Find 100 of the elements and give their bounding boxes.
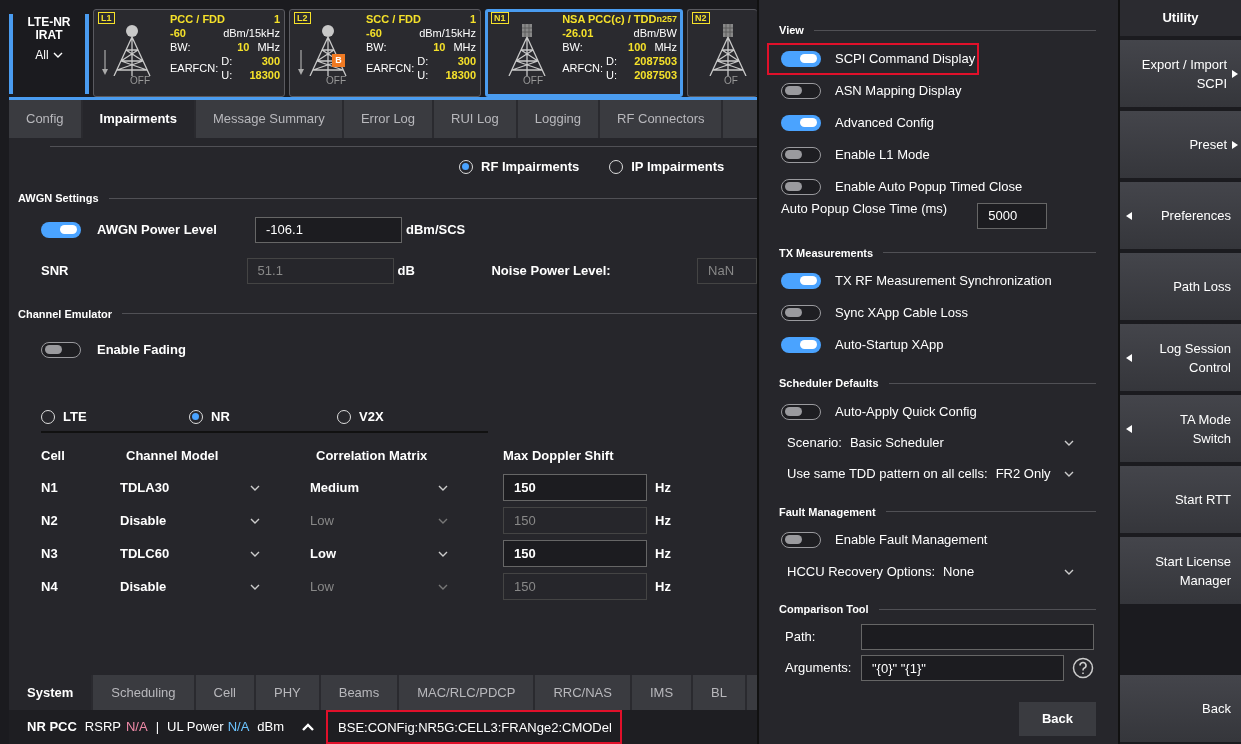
menu-button[interactable]: Preset bbox=[1120, 111, 1241, 178]
model-dropdown[interactable]: TDLA30 bbox=[120, 477, 260, 498]
field-label: Path: bbox=[785, 628, 817, 647]
model-dropdown[interactable]: TDLC60 bbox=[120, 543, 260, 564]
menu-button[interactable]: TA Mode Switch bbox=[1120, 395, 1241, 462]
section-title: Comparison Tool bbox=[779, 602, 869, 617]
down-arrow-icon bbox=[298, 50, 304, 76]
freq-channel-label: D: bbox=[606, 54, 618, 68]
chevron-icon bbox=[250, 517, 260, 524]
cell-tag: N1 bbox=[491, 12, 509, 24]
cell-label: NR PCC bbox=[27, 718, 77, 737]
bw-value: 10 bbox=[237, 40, 250, 54]
cell-card[interactable]: L2 B OFF SCC / FDD 1 -60 dBm/15kHz BW: 10 MHz EARFCN: D: 300 U: 18300 bbox=[289, 9, 481, 97]
toggle-switch[interactable] bbox=[781, 178, 821, 195]
input-field[interactable]: 150 bbox=[503, 540, 647, 567]
toggle-switch[interactable] bbox=[781, 532, 821, 548]
toggle-label: SCPI Command Display bbox=[835, 49, 976, 68]
cell-title: PCC / FDD bbox=[170, 12, 225, 26]
unit-label: dBm/SCS bbox=[406, 220, 466, 239]
input-field: NaN bbox=[697, 257, 757, 284]
toggle-switch[interactable] bbox=[781, 114, 821, 131]
rsrp-label: RSRP bbox=[84, 718, 121, 737]
input-field[interactable] bbox=[861, 624, 1094, 650]
toggle-label: ASN Mapping Display bbox=[835, 81, 962, 100]
freq-label: EARFCN: bbox=[366, 61, 415, 75]
cell-tag: N2 bbox=[692, 12, 710, 24]
help-icon[interactable] bbox=[1072, 657, 1094, 679]
menu-button[interactable]: Start RTT bbox=[1120, 466, 1241, 533]
ul-power-label: UL Power bbox=[167, 718, 224, 737]
expand-up-icon[interactable] bbox=[302, 723, 315, 731]
toggle-switch[interactable] bbox=[41, 221, 81, 238]
freq-channel-label: U: bbox=[417, 68, 429, 82]
correlation-dropdown[interactable]: Low bbox=[310, 543, 448, 564]
panel-title: Utility bbox=[1120, 0, 1241, 36]
tab[interactable]: System bbox=[9, 675, 94, 710]
menu-button[interactable]: Start License Manager bbox=[1120, 537, 1241, 604]
cell-tag: L1 bbox=[98, 12, 115, 24]
number-field[interactable]: 5000 bbox=[977, 202, 1048, 229]
toggle-switch[interactable] bbox=[781, 403, 821, 420]
table-cell-text: N1 bbox=[41, 478, 59, 497]
dropdown-label: Use same TDD pattern on all cells: bbox=[787, 465, 988, 484]
back-button[interactable]: Back bbox=[1019, 701, 1096, 736]
table-cell-text: N3 bbox=[41, 544, 59, 563]
section-title: AWGN Settings bbox=[18, 191, 99, 206]
table-cell-text: N4 bbox=[41, 577, 59, 596]
menu-button[interactable]: Export / Import SCPI bbox=[1120, 40, 1241, 107]
toggle-switch[interactable] bbox=[781, 337, 821, 353]
input-field[interactable]: -106.1 bbox=[255, 216, 402, 243]
chevron-icon bbox=[438, 550, 448, 557]
chevron-icon bbox=[250, 550, 260, 557]
band-label: 1 bbox=[273, 12, 280, 26]
toggle-switch[interactable] bbox=[781, 82, 821, 99]
dropdown-label: Scenario: bbox=[787, 434, 842, 453]
table-cell-text: N2 bbox=[41, 511, 59, 530]
cell-title: NSA PCC(c) / TDD bbox=[562, 12, 657, 26]
mode-dropdown[interactable]: All bbox=[35, 46, 63, 64]
column-header: Correlation Matrix bbox=[316, 447, 429, 466]
ul-power-value: N/A bbox=[227, 718, 250, 737]
cell-card[interactable]: N2 OF bbox=[687, 9, 757, 97]
chevron-icon bbox=[438, 484, 448, 491]
menu-button[interactable]: Log Session Control bbox=[1120, 324, 1241, 391]
toggle-switch[interactable] bbox=[41, 342, 81, 358]
band-label: 1 bbox=[469, 12, 476, 26]
freq-channel-label: D: bbox=[221, 54, 233, 68]
dropdown[interactable]: None bbox=[943, 561, 1074, 582]
bw-unit: MHz bbox=[453, 40, 476, 54]
field-label: Auto Popup Close Time (ms) bbox=[781, 199, 948, 218]
dropdown[interactable]: FR2 Only bbox=[995, 464, 1074, 484]
field-label: Enable Fading bbox=[97, 341, 186, 360]
caret-left-icon bbox=[1126, 211, 1132, 220]
radio-label: IP Impairments bbox=[631, 158, 725, 177]
menu-button[interactable]: Preferences bbox=[1120, 182, 1241, 249]
cell-card[interactable]: L1 OFF PCC / FDD 1 -60 dBm/15kHz BW: 10 MHz EARFCN: D: 300 U: 18300 bbox=[93, 9, 285, 97]
toggle-switch[interactable] bbox=[781, 50, 821, 67]
chevron-icon bbox=[1064, 568, 1074, 575]
section-title: TX Measurements bbox=[779, 245, 874, 261]
caret-right-icon bbox=[1232, 69, 1238, 78]
section-title: Scheduler Defaults bbox=[779, 376, 879, 391]
correlation-dropdown[interactable]: Medium bbox=[310, 477, 448, 498]
freq-channel-label: D: bbox=[417, 54, 429, 68]
back-button[interactable]: Back bbox=[1120, 675, 1241, 742]
toggle-label: Auto-Startup XApp bbox=[835, 336, 944, 355]
cell-title: SCC / FDD bbox=[366, 12, 421, 26]
freq-value: 300 bbox=[261, 54, 280, 68]
toggle-switch[interactable] bbox=[781, 146, 821, 163]
radio-label: RF Impairments bbox=[481, 158, 580, 177]
bw-unit: MHz bbox=[654, 40, 677, 54]
cell-tag: L2 bbox=[294, 12, 311, 24]
cell-card[interactable]: N1 OFF NSA PCC(c) / TDDn257 -26.01 dBm/BW BW: 100 MHz ARFCN: D: 2087503 U: 2087503 bbox=[485, 9, 683, 97]
bw-unit: MHz bbox=[257, 40, 280, 54]
dropdown[interactable]: Basic Scheduler bbox=[849, 433, 1074, 453]
chevron-icon bbox=[52, 52, 63, 58]
menu-button[interactable]: Path Loss bbox=[1120, 253, 1241, 320]
tab[interactable]: Impairments bbox=[82, 100, 196, 138]
unit-label: Hz bbox=[655, 511, 671, 530]
input-field[interactable]: "{0}" "{1}" bbox=[861, 655, 1064, 681]
bw-value: 10 bbox=[433, 40, 446, 54]
toggle-switch[interactable] bbox=[781, 273, 821, 289]
toggle-switch[interactable] bbox=[781, 305, 821, 321]
input-field[interactable]: 150 bbox=[503, 474, 647, 501]
